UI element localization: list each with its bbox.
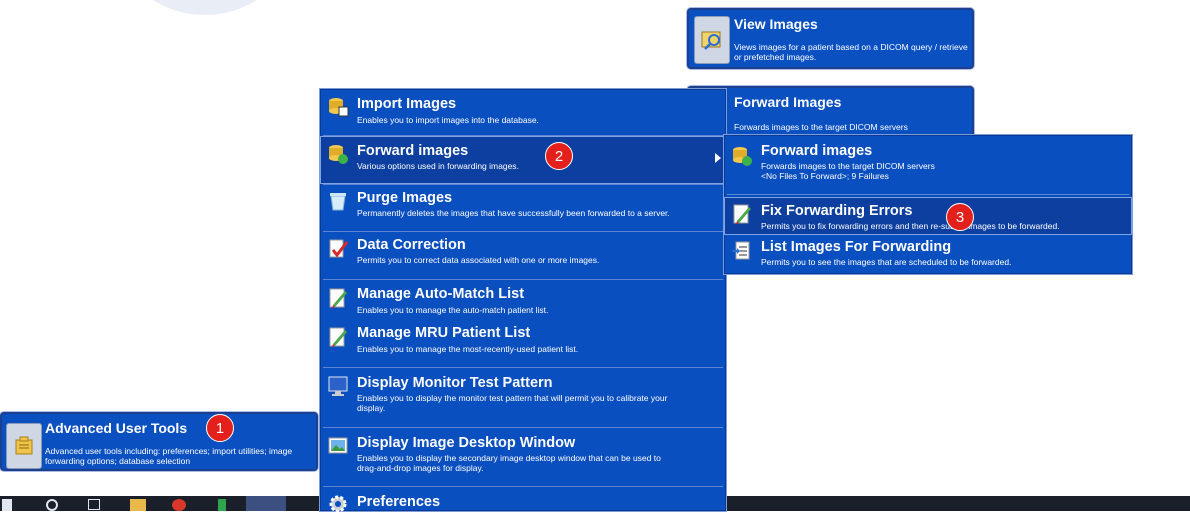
view-images-title: View Images	[734, 16, 818, 32]
menu-separator	[323, 486, 723, 487]
edit-list-icon	[329, 327, 347, 347]
submenu-item-description: Permits you to see the images that are s…	[761, 257, 1012, 267]
submenu-item-fix-forwarding-errors[interactable]: Fix Forwarding Errors Permits you to fix…	[724, 197, 1132, 235]
app-tree-icon[interactable]	[218, 499, 226, 511]
advanced-user-tools-description: Advanced user tools including: preferenc…	[45, 446, 293, 466]
view-images-description: Views images for a patient based on a DI…	[734, 42, 968, 62]
taskbar-right	[726, 496, 1190, 511]
search-icon[interactable]	[46, 499, 58, 511]
menu-separator	[323, 367, 723, 368]
menu-item-label: Preferences	[357, 494, 441, 510]
menu-item-label: Display Image Desktop Window	[357, 435, 576, 451]
fix-edit-icon	[733, 204, 751, 224]
submenu-item-status: <No Files To Forward>; 9 Failures	[761, 171, 889, 181]
menu-item-import-images[interactable]: Import Images Enables you to import imag…	[321, 92, 725, 136]
menu-item-display-monitor-test-pattern[interactable]: Display Monitor Test Pattern Enables you…	[321, 369, 725, 425]
import-images-icon	[329, 98, 349, 117]
menu-item-description: Permits you to correct data associated w…	[357, 255, 600, 265]
step-badge-2: 2	[545, 142, 573, 170]
menu-item-label: Manage MRU Patient List	[357, 325, 531, 341]
submenu-item-label: Forward images	[761, 143, 873, 159]
forward-images-icon	[733, 147, 752, 166]
submenu-item-forward-images[interactable]: Forward images Forwards images to the ta…	[725, 138, 1131, 192]
menu-item-description-2: drag-and-drop images for display.	[357, 463, 484, 473]
menu-item-forward-images[interactable]: Forward images Various options used in f…	[320, 136, 726, 184]
menu-item-label: Import Images	[357, 96, 457, 112]
windows-start-icon[interactable]	[2, 499, 12, 511]
submenu-item-label: List Images For Forwarding	[761, 239, 952, 255]
forward-images-title: Forward Images	[734, 94, 842, 110]
menu-item-label: Forward images	[357, 143, 469, 159]
menu-item-description: Enables you to manage the auto-match pat…	[357, 305, 549, 315]
forward-images-submenu: Forward images Forwards images to the ta…	[723, 134, 1133, 275]
menu-separator	[323, 279, 723, 280]
forward-images-tile[interactable]: Forward Images Forwards images to the ta…	[687, 86, 974, 138]
view-images-tile[interactable]: View Images Views images for a patient b…	[687, 8, 974, 69]
view-images-icon	[694, 16, 730, 64]
chrome-icon[interactable]	[172, 499, 186, 511]
menu-item-description: Enables you to manage the most-recently-…	[357, 344, 579, 354]
menu-item-display-image-desktop-window[interactable]: Display Image Desktop Window Enables you…	[321, 429, 725, 485]
submenu-item-description: Forwards images to the target DICOM serv…	[761, 161, 935, 171]
step-badge-1: 1	[206, 414, 234, 442]
background-decoration	[110, 0, 300, 15]
menu-item-manage-auto-match-list[interactable]: Manage Auto-Match List Enables you to ma…	[321, 281, 725, 319]
menu-item-preferences[interactable]: Preferences	[321, 488, 725, 513]
menu-separator	[323, 135, 723, 136]
tools-icon	[6, 423, 42, 469]
menu-item-description: Enables you to display the secondary ima…	[357, 453, 661, 463]
taskbar	[0, 496, 320, 511]
advanced-user-tools-tile[interactable]: Advanced User Tools Advanced user tools …	[0, 412, 318, 471]
menu-item-description: Various options used in forwarding image…	[357, 161, 519, 171]
advanced-tools-menu: Import Images Enables you to import imag…	[319, 88, 727, 513]
submenu-item-label: Fix Forwarding Errors	[761, 203, 913, 219]
menu-separator	[727, 194, 1129, 195]
menu-item-description-2: display.	[357, 403, 386, 413]
menu-item-label: Manage Auto-Match List	[357, 286, 525, 302]
menu-item-description: Permanently deletes the images that have…	[357, 208, 670, 218]
menu-item-description: Enables you to display the monitor test …	[357, 393, 668, 403]
menu-item-label: Display Monitor Test Pattern	[357, 375, 553, 391]
menu-item-manage-mru-patient-list[interactable]: Manage MRU Patient List Enables you to m…	[321, 320, 725, 364]
menu-item-description: Enables you to import images into the da…	[357, 115, 539, 125]
menu-separator	[323, 231, 723, 232]
file-explorer-icon[interactable]	[130, 499, 146, 511]
step-badge-3: 3	[946, 203, 974, 231]
submenu-item-description: Permits you to fix forwarding errors and…	[761, 221, 1060, 231]
image-window-icon	[328, 437, 348, 454]
menu-separator	[323, 184, 723, 185]
submenu-arrow-icon	[715, 153, 721, 163]
menu-item-label: Purge Images	[357, 190, 453, 206]
menu-item-purge-images[interactable]: Purge Images Permanently deletes the ima…	[321, 186, 725, 230]
list-icon	[732, 241, 750, 260]
menu-item-label: Data Correction	[357, 237, 466, 253]
data-correction-icon	[329, 239, 349, 258]
menu-separator	[323, 427, 723, 428]
edit-list-icon	[329, 288, 347, 308]
gear-icon	[329, 495, 347, 513]
menu-item-data-correction[interactable]: Data Correction Permits you to correct d…	[321, 233, 725, 277]
task-view-icon[interactable]	[88, 499, 100, 510]
trash-icon	[330, 193, 346, 211]
active-app-icon[interactable]	[246, 496, 286, 511]
monitor-icon	[328, 376, 348, 396]
advanced-user-tools-title: Advanced User Tools	[45, 420, 188, 436]
submenu-item-list-images-for-forwarding[interactable]: List Images For Forwarding Permits you t…	[725, 236, 1131, 272]
forward-images-description: Forwards images to the target DICOM serv…	[734, 122, 908, 132]
forward-images-icon	[329, 145, 348, 164]
